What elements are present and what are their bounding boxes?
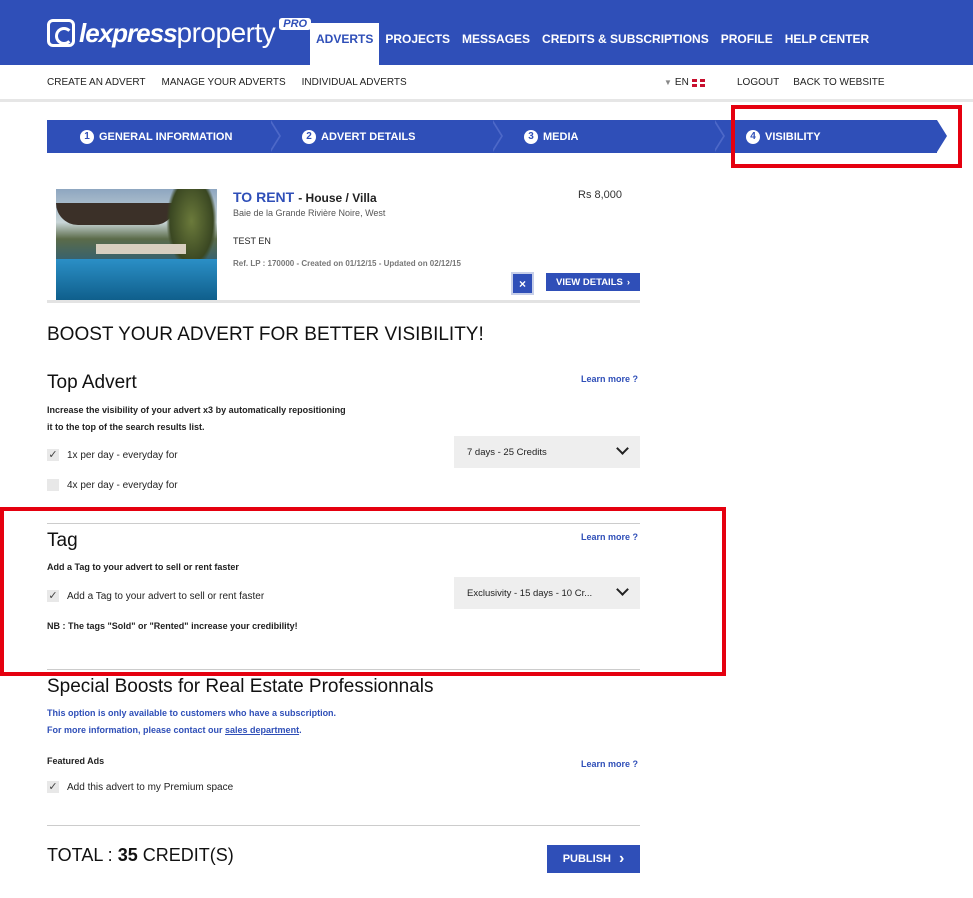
step-number: 3 bbox=[524, 129, 538, 144]
step-media[interactable]: 3 MEDIA bbox=[491, 120, 725, 153]
logo[interactable]: lexpress property PRO bbox=[47, 16, 312, 50]
caret-down-icon: ▼ bbox=[664, 78, 672, 87]
listing-photo[interactable] bbox=[56, 189, 217, 300]
divider bbox=[47, 669, 640, 670]
top-advert-description-line: it to the top of the search results list… bbox=[47, 422, 205, 432]
divider bbox=[47, 523, 640, 524]
select-value: 7 days - 25 Credits bbox=[467, 446, 547, 458]
chevron-down-icon bbox=[616, 583, 629, 596]
step-label: ADVERT DETAILS bbox=[321, 130, 416, 143]
logo-text-light: property bbox=[176, 17, 276, 48]
note-text: For more information, please contact our bbox=[47, 725, 226, 735]
language-selector[interactable]: ▼ EN bbox=[664, 77, 705, 88]
sales-department-link[interactable]: sales department bbox=[225, 725, 299, 735]
listing-price: Rs 8,000 bbox=[578, 189, 623, 201]
divider bbox=[47, 825, 640, 826]
top-advert-description: Increase the visibility of your advert x… bbox=[47, 402, 346, 436]
top-advert-option-4x[interactable]: 4x per day - everyday for bbox=[47, 479, 178, 491]
step-number: 1 bbox=[80, 129, 94, 144]
top-bar: lexpress property PRO ADVERTS PROJECTS M… bbox=[0, 0, 973, 65]
nav-help-center[interactable]: HELP CENTER bbox=[779, 23, 875, 65]
listing-type: - House / Villa bbox=[298, 191, 377, 205]
special-boosts-note: This option is only available to custome… bbox=[47, 705, 336, 739]
tag-type-select[interactable]: Exclusivity - 15 days - 10 Cr... bbox=[454, 577, 640, 609]
nav-adverts[interactable]: ADVERTS bbox=[310, 23, 380, 65]
main-nav: ADVERTS PROJECTS MESSAGES CREDITS & SUBS… bbox=[310, 23, 875, 65]
top-advert-duration-select[interactable]: 7 days - 25 Credits bbox=[454, 436, 640, 468]
subnav-create-advert[interactable]: CREATE AN ADVERT bbox=[47, 77, 146, 88]
checkbox-checked-icon[interactable]: ✓ bbox=[47, 449, 59, 461]
checkbox-unchecked-icon[interactable] bbox=[47, 479, 59, 491]
total-prefix: TOTAL : bbox=[47, 845, 118, 865]
select-value: Exclusivity - 15 days - 10 Cr... bbox=[467, 587, 593, 599]
nav-projects[interactable]: PROJECTS bbox=[379, 23, 456, 65]
tag-description: Add a Tag to your advert to sell or rent… bbox=[47, 562, 239, 572]
listing-title: TO RENT - House / Villa bbox=[233, 189, 377, 205]
view-details-button[interactable]: VIEW DETAILS › bbox=[546, 273, 640, 291]
total-amount: 35 bbox=[117, 845, 138, 865]
listing-kind: TO RENT bbox=[233, 189, 295, 205]
step-label: GENERAL INFORMATION bbox=[99, 130, 233, 143]
note-text: . bbox=[299, 725, 302, 735]
special-boosts-title: Special Boosts for Real Estate Professio… bbox=[47, 676, 434, 697]
back-to-website-link[interactable]: BACK TO WEBSITE bbox=[793, 77, 884, 88]
checkbox-checked-icon[interactable]: ✓ bbox=[47, 781, 59, 793]
chevron-right-icon: › bbox=[618, 850, 625, 867]
logo-pro-badge: PRO bbox=[279, 18, 312, 30]
premium-space-option[interactable]: ✓ Add this advert to my Premium space bbox=[47, 781, 233, 793]
logout-link[interactable]: LOGOUT bbox=[737, 77, 779, 88]
option-label: 1x per day - everyday for bbox=[67, 449, 178, 461]
special-boosts-note-line: This option is only available to custome… bbox=[47, 708, 337, 718]
top-advert-description-line: Increase the visibility of your advert x… bbox=[47, 405, 346, 415]
step-advert-details[interactable]: 2 ADVERT DETAILS bbox=[269, 120, 503, 153]
listing-description: TEST EN bbox=[233, 236, 271, 246]
nav-profile[interactable]: PROFILE bbox=[715, 23, 779, 65]
step-number: 2 bbox=[302, 129, 316, 144]
close-icon[interactable]: × bbox=[511, 272, 534, 295]
option-label: 4x per day - everyday for bbox=[67, 479, 178, 491]
subnav-manage-adverts[interactable]: MANAGE YOUR ADVERTS bbox=[162, 77, 286, 88]
special-boosts-note-line: For more information, please contact our… bbox=[47, 722, 336, 739]
account-links: LOGOUT BACK TO WEBSITE bbox=[737, 77, 885, 88]
subnav-individual-adverts[interactable]: INDIVIDUAL ADVERTS bbox=[302, 77, 407, 88]
tag-learn-more-link[interactable]: Learn more ? bbox=[581, 532, 638, 542]
listing-reference: Ref. LP : 170000 - Created on 01/12/15 -… bbox=[233, 259, 461, 268]
step-general-information[interactable]: 1 GENERAL INFORMATION bbox=[47, 120, 281, 153]
total-suffix: CREDIT(S) bbox=[137, 845, 234, 865]
language-label: EN bbox=[674, 77, 689, 88]
nav-credits-subscriptions[interactable]: CREDITS & SUBSCRIPTIONS bbox=[536, 23, 715, 65]
top-advert-title: Top Advert bbox=[47, 372, 137, 393]
top-advert-learn-more-link[interactable]: Learn more ? bbox=[581, 374, 638, 384]
sub-nav: CREATE AN ADVERT MANAGE YOUR ADVERTS IND… bbox=[47, 77, 407, 88]
logo-text-bold: lexpress bbox=[79, 17, 178, 48]
sub-bar: CREATE AN ADVERT MANAGE YOUR ADVERTS IND… bbox=[0, 65, 973, 102]
listing-location: Baie de la Grande Rivière Noire, West bbox=[233, 208, 386, 218]
featured-ads-learn-more-link[interactable]: Learn more ? bbox=[581, 759, 638, 769]
option-label: Add a Tag to your advert to sell or rent… bbox=[67, 590, 265, 602]
publish-button[interactable]: PUBLISH › bbox=[547, 845, 640, 873]
view-details-label: VIEW DETAILS bbox=[555, 276, 623, 288]
checkbox-checked-icon[interactable]: ✓ bbox=[47, 590, 59, 602]
boost-heading: BOOST YOUR ADVERT FOR BETTER VISIBILITY! bbox=[47, 324, 484, 345]
tag-option[interactable]: ✓ Add a Tag to your advert to sell or re… bbox=[47, 590, 264, 602]
highlight-box bbox=[731, 105, 962, 168]
chevron-right-icon: › bbox=[626, 276, 631, 288]
top-advert-option-1x[interactable]: ✓ 1x per day - everyday for bbox=[47, 449, 178, 461]
option-label: Add this advert to my Premium space bbox=[67, 781, 234, 793]
step-label: MEDIA bbox=[543, 130, 579, 143]
divider bbox=[47, 300, 640, 303]
nav-messages[interactable]: MESSAGES bbox=[456, 23, 536, 65]
tag-note: NB : The tags "Sold" or "Rented" increas… bbox=[47, 621, 298, 631]
logo-icon bbox=[47, 19, 75, 47]
featured-ads-label: Featured Ads bbox=[47, 756, 105, 766]
chevron-down-icon bbox=[616, 442, 629, 455]
publish-label: PUBLISH bbox=[562, 853, 611, 865]
total-credits: TOTAL : 35 CREDIT(S) bbox=[47, 845, 234, 866]
uk-flag-icon bbox=[691, 78, 705, 87]
tag-title: Tag bbox=[47, 530, 78, 551]
